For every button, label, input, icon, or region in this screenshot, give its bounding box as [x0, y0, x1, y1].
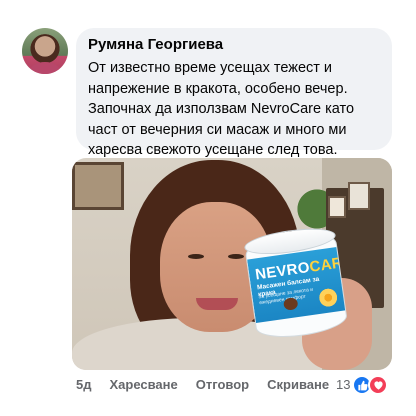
avatar-shoulders	[30, 62, 60, 74]
like-button[interactable]: Харесване	[109, 376, 177, 394]
woman-smile	[196, 298, 238, 310]
photo-frame	[328, 196, 346, 218]
reactions-summary[interactable]: 13	[336, 375, 389, 395]
comment-actions: 5д Харесване Отговор Скриване	[76, 376, 329, 394]
woman-eye	[228, 254, 244, 259]
comment-bubble: Румяна Георгиева От известно време усеща…	[76, 28, 392, 199]
reaction-count: 13	[336, 377, 351, 392]
product-jar: NEVROCARE Масажен балсам за крака За усе…	[242, 224, 349, 344]
wall-picture	[72, 162, 124, 210]
hide-button[interactable]: Скриване	[267, 376, 329, 394]
heart-icon	[368, 375, 389, 395]
photo-frame	[348, 182, 370, 210]
reply-button[interactable]: Отговор	[196, 376, 249, 394]
comment-author[interactable]: Румяна Георгиева	[88, 36, 380, 54]
woman-eye	[188, 254, 204, 259]
avatar[interactable]	[22, 28, 68, 74]
comment-time[interactable]: 5д	[76, 376, 91, 394]
comment-photo[interactable]: NEVROCARE Масажен балсам за крака За усе…	[72, 158, 392, 370]
